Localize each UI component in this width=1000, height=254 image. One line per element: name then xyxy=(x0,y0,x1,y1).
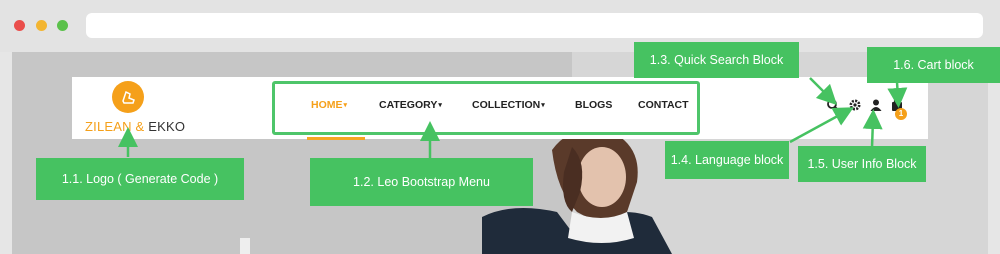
logo-amp: & xyxy=(135,119,145,134)
user-icon[interactable] xyxy=(869,98,883,112)
callout-language: 1.4. Language block xyxy=(665,141,789,179)
logo-primary: ZILEAN xyxy=(85,119,132,134)
minimize-window-button[interactable] xyxy=(36,20,47,31)
active-menu-indicator xyxy=(307,137,365,140)
maximize-window-button[interactable] xyxy=(57,20,68,31)
cart-count-badge: 1 xyxy=(895,108,907,120)
logo-mark[interactable] xyxy=(112,81,144,113)
browser-frame: ZILEAN & EKKO HOME▾ CATEGORY▾ COLLECTION… xyxy=(0,0,1000,254)
address-bar[interactable] xyxy=(86,13,983,38)
callout-menu: 1.2. Leo Bootstrap Menu xyxy=(310,158,533,206)
logo-text[interactable]: ZILEAN & EKKO xyxy=(85,119,185,134)
search-icon[interactable] xyxy=(826,98,840,112)
close-window-button[interactable] xyxy=(14,20,25,31)
gear-icon[interactable] xyxy=(848,98,862,112)
browser-toolbar xyxy=(0,0,1000,52)
callout-user-info: 1.5. User Info Block xyxy=(798,146,926,182)
callout-logo: 1.1. Logo ( Generate Code ) xyxy=(36,158,244,200)
menu-highlight-outline xyxy=(272,81,700,135)
logo-secondary: EKKO xyxy=(148,119,186,134)
callout-cart: 1.6. Cart block xyxy=(867,47,1000,83)
shoe-icon xyxy=(122,90,135,104)
callout-quick-search: 1.3. Quick Search Block xyxy=(634,42,799,78)
